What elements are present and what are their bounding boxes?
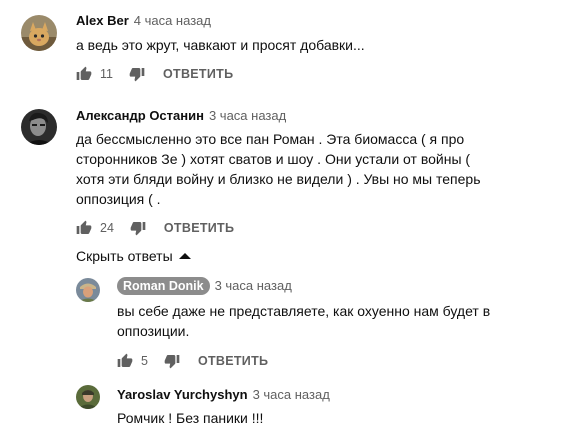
- like-count: 5: [141, 354, 148, 368]
- reply-button[interactable]: ОТВЕТИТЬ: [163, 67, 233, 81]
- dislike-icon[interactable]: [129, 66, 145, 82]
- author-name[interactable]: Roman Donik: [117, 277, 210, 295]
- hide-replies-label: Скрыть ответы: [76, 248, 173, 264]
- comment-time[interactable]: 3 часа назад: [215, 278, 292, 293]
- like-icon[interactable]: [76, 66, 92, 82]
- avatar[interactable]: [21, 15, 57, 51]
- comment-time[interactable]: 3 часа назад: [209, 108, 286, 123]
- comment-time[interactable]: 4 часа назад: [134, 13, 211, 28]
- like-icon[interactable]: [117, 353, 133, 369]
- dislike-icon[interactable]: [164, 353, 180, 369]
- comment-actions: 11 ОТВЕТИТЬ: [76, 64, 233, 84]
- avatar[interactable]: [21, 109, 57, 145]
- author-name[interactable]: Yaroslav Yurchyshyn: [117, 387, 248, 402]
- comment-text: вы себе даже не представляете, как охуен…: [117, 303, 491, 339]
- hide-replies-button[interactable]: Скрыть ответы: [76, 248, 191, 264]
- dislike-icon[interactable]: [130, 220, 146, 236]
- like-count: 11: [100, 67, 113, 81]
- comment-time[interactable]: 3 часа назад: [253, 387, 330, 402]
- reply-button[interactable]: ОТВЕТИТЬ: [164, 221, 234, 235]
- reply-button[interactable]: ОТВЕТИТЬ: [198, 354, 268, 368]
- comment-text: Ромчик ! Без паники !!!: [117, 410, 264, 426]
- comment-actions: 5 ОТВЕТИТЬ: [117, 351, 268, 371]
- chevron-up-icon: [178, 253, 191, 259]
- comment-actions: 24 ОТВЕТИТЬ: [76, 218, 234, 238]
- author-name[interactable]: Alex Ber: [76, 13, 129, 28]
- avatar[interactable]: [76, 385, 100, 409]
- like-count: 24: [100, 221, 114, 235]
- comment-text: а ведь это жрут, чавкают и просят добавк…: [76, 37, 365, 53]
- avatar[interactable]: [76, 278, 100, 302]
- like-icon[interactable]: [76, 220, 92, 236]
- comment-text: да бессмысленно это все пан Роман . Эта …: [76, 131, 481, 207]
- author-name[interactable]: Александр Останин: [76, 108, 204, 123]
